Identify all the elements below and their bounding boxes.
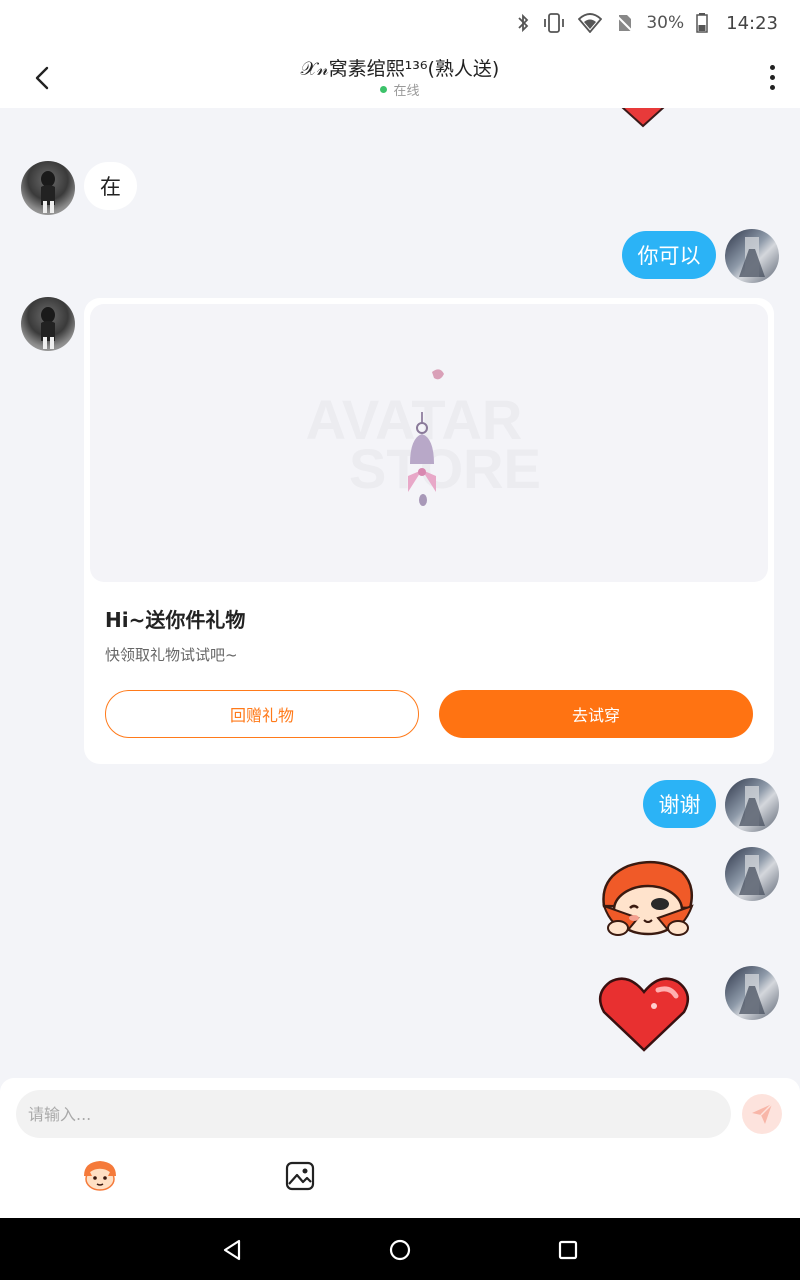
try-on-button[interactable]: 去试穿	[439, 690, 753, 738]
gift-title: Hi~送你件礼物	[105, 608, 246, 632]
watermark-bottom: STORE	[349, 437, 541, 500]
image-icon	[285, 1161, 315, 1191]
contact-name: 𝒳𝓃窝素绾熙¹³⁶(熟人送)	[300, 58, 500, 80]
gift-card[interactable]: AVATAR STORE Hi~送你件礼物 快领取礼物试试吧~ 回赠礼物 去试穿	[84, 298, 774, 764]
return-gift-button[interactable]: 回赠礼物	[105, 690, 419, 738]
send-button[interactable]	[742, 1094, 782, 1134]
contact-avatar[interactable]	[21, 161, 75, 215]
nav-recents-button[interactable]	[552, 1234, 584, 1266]
nav-home-button[interactable]	[384, 1234, 416, 1266]
message-bubble[interactable]: 在	[84, 162, 137, 210]
heart-sticker-partial	[621, 108, 665, 128]
my-avatar[interactable]	[725, 966, 779, 1020]
emoji-icon	[84, 1161, 116, 1191]
message-bubble[interactable]: 谢谢	[643, 780, 716, 828]
message-input[interactable]	[16, 1090, 731, 1138]
nav-back-icon	[223, 1239, 241, 1261]
message-text: 你可以	[637, 244, 701, 268]
bluetooth-icon	[518, 13, 529, 33]
message-bubble[interactable]: 你可以	[622, 231, 716, 279]
message-text: 在	[100, 175, 121, 199]
wifi-icon	[578, 13, 603, 33]
online-status: 在线	[0, 80, 800, 99]
composer	[0, 1078, 800, 1218]
system-nav-bar	[0, 1218, 800, 1280]
no-sim-icon	[615, 14, 634, 32]
heart-sticker[interactable]	[596, 974, 692, 1054]
battery-percent: 30%	[646, 13, 685, 33]
gift-description: 快领取礼物试试吧~	[105, 646, 238, 664]
more-button[interactable]	[762, 60, 782, 94]
my-avatar[interactable]	[725, 847, 779, 901]
chat-header: 𝒳𝓃窝素绾熙¹³⁶(熟人送) 在线	[0, 46, 800, 108]
character-sticker[interactable]	[598, 858, 698, 938]
more-vertical-icon	[769, 64, 775, 70]
send-icon	[752, 1103, 773, 1124]
nav-back-button[interactable]	[216, 1234, 248, 1266]
message-text: 谢谢	[658, 793, 701, 817]
image-button[interactable]	[284, 1160, 316, 1192]
nav-home-icon	[389, 1239, 411, 1261]
message-list[interactable]: 在 你可以 AVATAR STORE Hi~送你件礼物 快领取礼物试试吧~ 回赠…	[0, 108, 800, 1078]
gift-preview-image[interactable]: AVATAR STORE	[90, 304, 768, 582]
emoji-button[interactable]	[80, 1158, 120, 1194]
vibrate-icon	[544, 13, 565, 33]
status-bar: 30% 14:23	[0, 0, 800, 46]
my-avatar[interactable]	[725, 778, 779, 832]
online-status-text: 在线	[393, 84, 420, 99]
nav-recents-icon	[558, 1240, 578, 1260]
clock: 14:23	[726, 12, 778, 34]
my-avatar[interactable]	[725, 229, 779, 283]
contact-avatar[interactable]	[21, 297, 75, 351]
online-dot-icon	[380, 86, 388, 93]
battery-icon	[696, 13, 708, 33]
